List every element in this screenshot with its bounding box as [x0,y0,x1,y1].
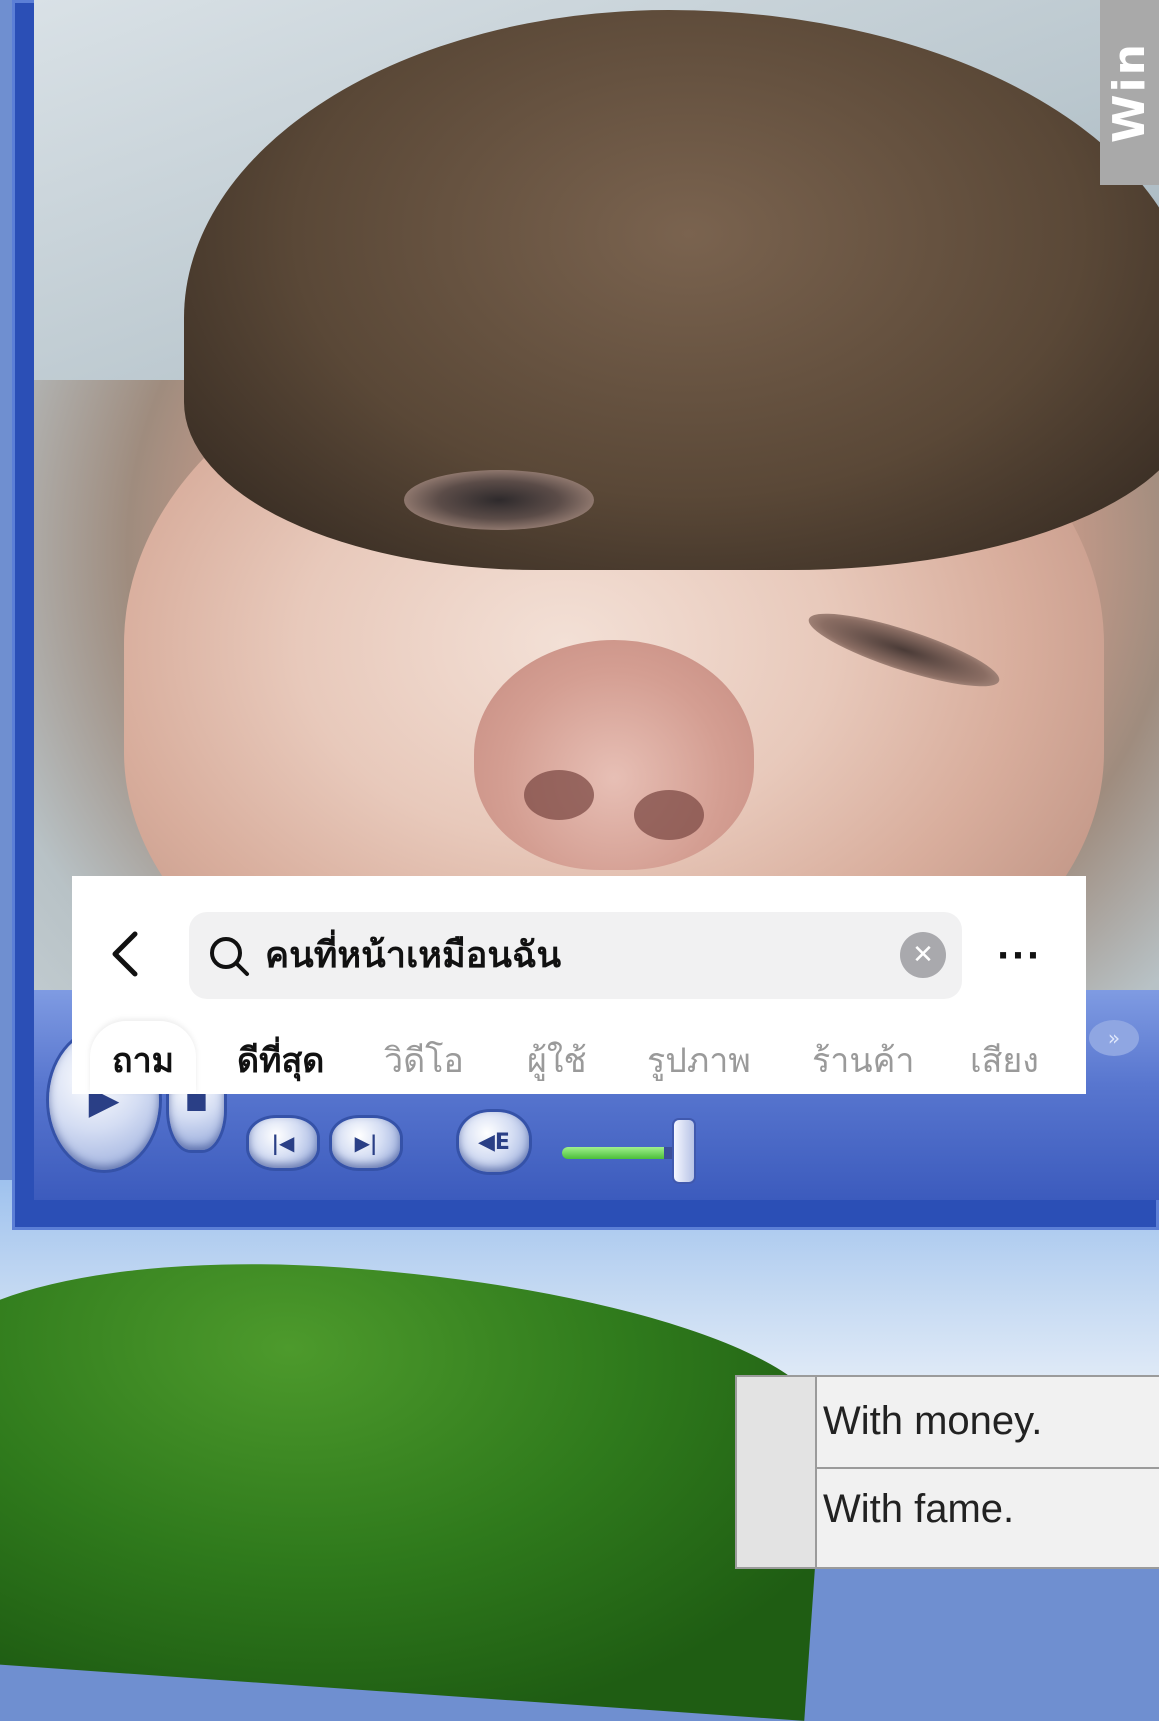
volume-slider-fill [562,1147,664,1159]
xp-menu-gutter [737,1377,817,1567]
tab-top[interactable]: ดีที่สุด [237,1021,324,1094]
video-eye-left [404,470,594,530]
video-nostril-right [634,790,704,840]
volume-slider-track[interactable] [562,1147,682,1159]
video-nostril-left [524,770,594,820]
tab-photos[interactable]: รูปภาพ [647,1021,751,1094]
window-label-strip: Win [1100,0,1159,185]
more-options-button[interactable]: ··· [994,931,1044,981]
search-input[interactable]: คนที่หน้าเหมือนฉัน ✕ [189,912,962,999]
expand-toggle-button[interactable]: » [1089,1020,1139,1056]
chevron-left-icon [112,931,138,977]
tab-sounds[interactable]: เสียง [970,1021,1039,1094]
volume-slider-thumb[interactable] [674,1120,694,1182]
search-tabs: ถาม ดีที่สุด วิดีโอ ผู้ใช้ รูปภาพ ร้านค้… [72,1021,1086,1094]
search-icon [210,937,249,976]
xp-context-menu: With money. With fame. [735,1375,1159,1569]
xp-menu-item-money[interactable]: With money. [823,1399,1042,1444]
close-icon: ✕ [912,940,934,970]
search-query-text[interactable]: คนที่หน้าเหมือนฉัน [265,912,561,999]
search-header-panel: คนที่หน้าเหมือนฉัน ✕ ··· ถาม ดีที่สุด วิ… [72,876,1086,1094]
tab-shop[interactable]: ร้านค้า [812,1021,914,1094]
next-track-button[interactable]: ▶| [332,1118,400,1168]
tab-ask[interactable]: ถาม [90,1021,197,1094]
video-frame [34,0,1159,1000]
back-button[interactable] [102,926,146,982]
tab-videos[interactable]: วิดีโอ [384,1021,464,1094]
previous-track-button[interactable]: |◀ [249,1118,317,1168]
mute-button[interactable]: ◀E [459,1112,529,1172]
xp-menu-item-fame[interactable]: With fame. [823,1487,1014,1532]
video-nose [474,640,754,870]
clear-search-button[interactable]: ✕ [900,932,946,978]
tab-users[interactable]: ผู้ใช้ [527,1021,587,1094]
more-dots-icon: ··· [996,936,1042,976]
xp-menu-separator [815,1467,1159,1469]
